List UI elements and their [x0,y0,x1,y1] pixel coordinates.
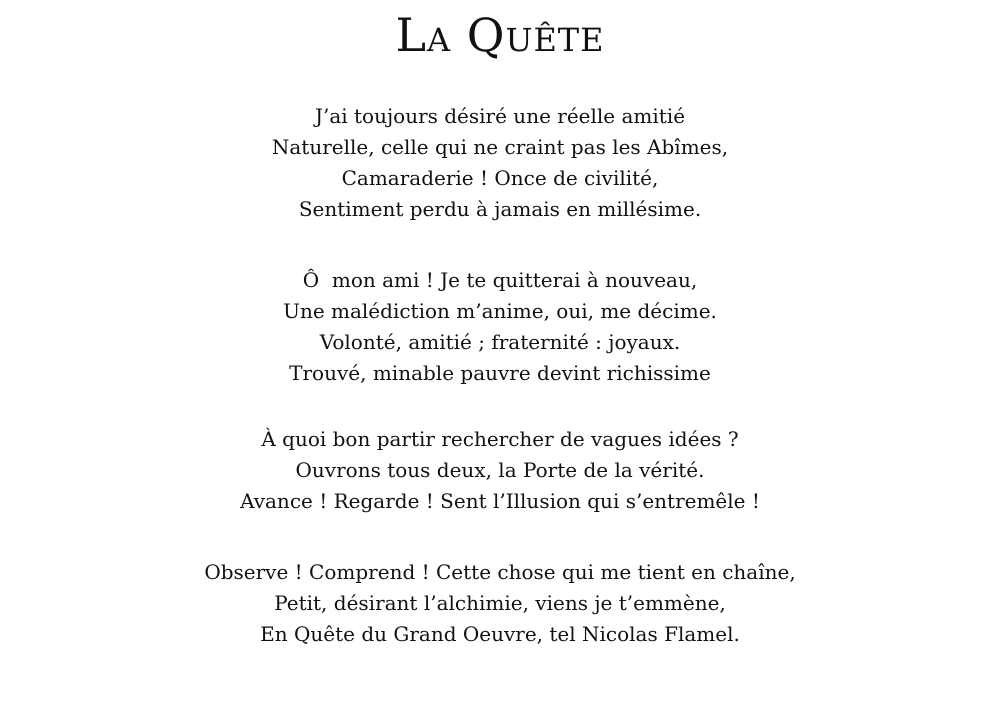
stanza-1: J’ai toujours désiré une réelle amitié N… [0,101,1000,225]
poem-line: Observe ! Comprend ! Cette chose qui me … [204,560,796,584]
poem-line: Volonté, amitié ; fraternité : joyaux. [319,330,681,354]
poem-page: La Quête J’ai toujours désiré une réelle… [0,0,1000,713]
poem-line: Sentiment perdu à jamais en millésime. [298,197,702,221]
poem-line: Avance ! Regarde ! Sent l’Illusion qui s… [240,489,760,513]
poem-line: Naturelle, celle qui ne craint pas les A… [271,135,729,159]
poem-line: J’ai toujours désiré une réelle amitié [314,104,686,128]
poem-line: À quoi bon partir rechercher de vagues i… [261,427,739,451]
poem-line: Camaraderie ! Once de civilité, [341,166,659,190]
poem-line: Ô mon ami ! Je te quitterai à nouveau, [302,268,698,292]
poem-title: La Quête [395,8,605,62]
poem-line: Ouvrons tous deux, la Porte de la vérité… [295,458,705,482]
stanza-2: Ô mon ami ! Je te quitterai à nouveau, U… [0,265,1000,389]
stanza-3: À quoi bon partir rechercher de vagues i… [0,424,1000,517]
poem-line: Trouvé, minable pauvre devint richissime [289,361,711,385]
poem-line: Une malédiction m’anime, oui, me décime. [283,299,717,323]
poem-line: Petit, désirant l’alchimie, viens je t’e… [274,591,726,615]
poem-line: En Quête du Grand Oeuvre, tel Nicolas Fl… [260,622,740,646]
stanza-4: Observe ! Comprend ! Cette chose qui me … [0,557,1000,650]
